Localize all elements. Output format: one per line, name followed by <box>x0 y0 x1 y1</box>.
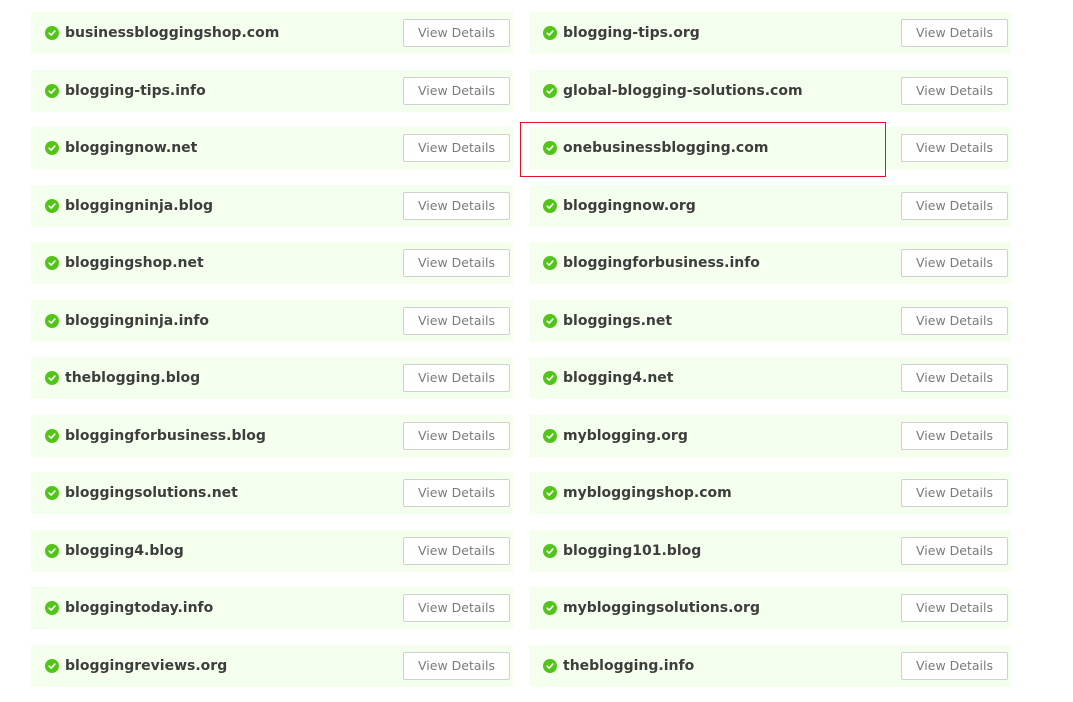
domain-card: bloggingnow.org View Details <box>529 184 1011 227</box>
view-details-button[interactable]: View Details <box>403 651 510 680</box>
domain-card: bloggingreviews.org View Details <box>31 644 513 687</box>
check-circle-icon <box>45 83 59 98</box>
view-details-button[interactable]: View Details <box>403 306 510 335</box>
domain-card: myblogging.org View Details <box>529 414 1011 457</box>
check-circle-icon <box>543 601 557 615</box>
domain-card: global-blogging-solutions.com View Detail… <box>529 69 1011 112</box>
check-circle-icon <box>543 658 557 673</box>
view-details-button[interactable]: View Details <box>901 364 1008 392</box>
view-details-button[interactable]: View Details <box>901 19 1008 47</box>
domain-card: blogging4.blog View Details <box>31 529 513 572</box>
domain-name: myblogging.org <box>563 427 688 444</box>
domain-name: mybloggingsolutions.org <box>563 600 760 616</box>
view-details-button[interactable]: View Details <box>403 479 510 507</box>
domain-name: bloggingforbusiness.blog <box>65 427 266 444</box>
check-circle-icon <box>45 428 59 443</box>
domain-card: blogging-tips.org View Details <box>529 12 1011 54</box>
domain-name: businessbloggingshop.com <box>65 25 280 41</box>
domain-name: theblogging.info <box>563 657 695 674</box>
domain-name: blogging101.blog <box>563 542 702 559</box>
view-details-button[interactable]: View Details <box>901 479 1008 507</box>
check-circle-icon <box>45 371 59 385</box>
check-circle-icon <box>543 313 557 328</box>
domain-name: theblogging.blog <box>65 370 201 386</box>
view-details-button[interactable]: View Details <box>901 191 1008 220</box>
domain-card: bloggingforbusiness.info View Details <box>529 242 1011 284</box>
check-circle-icon <box>543 83 557 98</box>
view-details-button[interactable]: View Details <box>901 421 1008 450</box>
check-circle-icon <box>45 313 59 328</box>
domain-card: bloggingtoday.info View Details <box>31 587 513 629</box>
domain-card: bloggingninja.blog View Details <box>31 184 513 227</box>
domain-name: bloggings.net <box>563 312 673 329</box>
check-circle-icon <box>543 26 557 40</box>
view-details-button[interactable]: View Details <box>901 249 1008 277</box>
check-circle-icon <box>543 198 557 213</box>
domain-name: bloggingsolutions.net <box>65 485 238 501</box>
domain-name: bloggingreviews.org <box>65 657 228 674</box>
domain-card: bloggingninja.info View Details <box>31 299 513 342</box>
view-details-button[interactable]: View Details <box>901 76 1008 105</box>
domain-card: mybloggingsolutions.org View Details <box>529 587 1011 629</box>
domain-card: bloggingshop.net View Details <box>31 242 513 284</box>
domain-card: mybloggingshop.com View Details <box>529 472 1011 514</box>
view-details-button[interactable]: View Details <box>901 536 1008 565</box>
domain-name: onebusinessblogging.com <box>563 140 769 156</box>
check-circle-icon <box>45 486 59 500</box>
domain-name: bloggingtoday.info <box>65 600 214 616</box>
view-details-button[interactable]: View Details <box>901 134 1008 162</box>
domain-name: bloggingforbusiness.info <box>563 255 760 271</box>
check-circle-icon <box>45 26 59 40</box>
check-circle-icon <box>543 256 557 270</box>
domain-name: bloggingnow.net <box>65 140 198 156</box>
check-circle-icon <box>543 141 557 155</box>
check-circle-icon <box>45 658 59 673</box>
check-circle-icon <box>45 543 59 558</box>
domain-name: global-blogging-solutions.com <box>563 82 803 99</box>
view-details-button[interactable]: View Details <box>403 364 510 392</box>
domain-name: blogging4.net <box>563 370 674 386</box>
view-details-button[interactable]: View Details <box>403 191 510 220</box>
view-details-button[interactable]: View Details <box>403 536 510 565</box>
domain-results-grid: businessbloggingshop.com View Details blog… <box>31 12 1011 687</box>
domain-card: bloggingnow.net View Details <box>31 127 513 169</box>
check-circle-icon <box>45 141 59 155</box>
view-details-button[interactable]: View Details <box>403 134 510 162</box>
view-details-button[interactable]: View Details <box>403 19 510 47</box>
domain-card: blogging101.blog View Details <box>529 529 1011 572</box>
check-circle-icon <box>543 371 557 385</box>
view-details-button[interactable]: View Details <box>901 306 1008 335</box>
view-details-button[interactable]: View Details <box>403 594 510 622</box>
domain-name: bloggingnow.org <box>563 197 696 214</box>
domain-card: blogging-tips.info View Details <box>31 69 513 112</box>
check-circle-icon <box>543 543 557 558</box>
domain-card: onebusinessblogging.com View Details <box>529 127 1011 169</box>
check-circle-icon <box>45 198 59 213</box>
domain-name: mybloggingshop.com <box>563 485 732 501</box>
view-details-button[interactable]: View Details <box>403 421 510 450</box>
view-details-button[interactable]: View Details <box>901 651 1008 680</box>
domain-name: bloggingninja.blog <box>65 197 214 214</box>
domain-name: blogging-tips.org <box>563 25 700 41</box>
check-circle-icon <box>543 428 557 443</box>
domain-card: theblogging.info View Details <box>529 644 1011 687</box>
check-circle-icon <box>45 256 59 270</box>
domain-name: bloggingshop.net <box>65 255 204 271</box>
domain-card: bloggings.net View Details <box>529 299 1011 342</box>
check-circle-icon <box>543 486 557 500</box>
view-details-button[interactable]: View Details <box>403 76 510 105</box>
domain-name: bloggingninja.info <box>65 312 210 329</box>
view-details-button[interactable]: View Details <box>901 594 1008 622</box>
domain-card: bloggingsolutions.net View Details <box>31 472 513 514</box>
domain-card: theblogging.blog View Details <box>31 357 513 399</box>
domain-name: blogging-tips.info <box>65 82 206 99</box>
check-circle-icon <box>45 601 59 615</box>
domain-card: bloggingforbusiness.blog View Details <box>31 414 513 457</box>
domain-card: blogging4.net View Details <box>529 357 1011 399</box>
domain-name: blogging4.blog <box>65 542 184 559</box>
view-details-button[interactable]: View Details <box>403 249 510 277</box>
domain-card: businessbloggingshop.com View Details <box>31 12 513 54</box>
